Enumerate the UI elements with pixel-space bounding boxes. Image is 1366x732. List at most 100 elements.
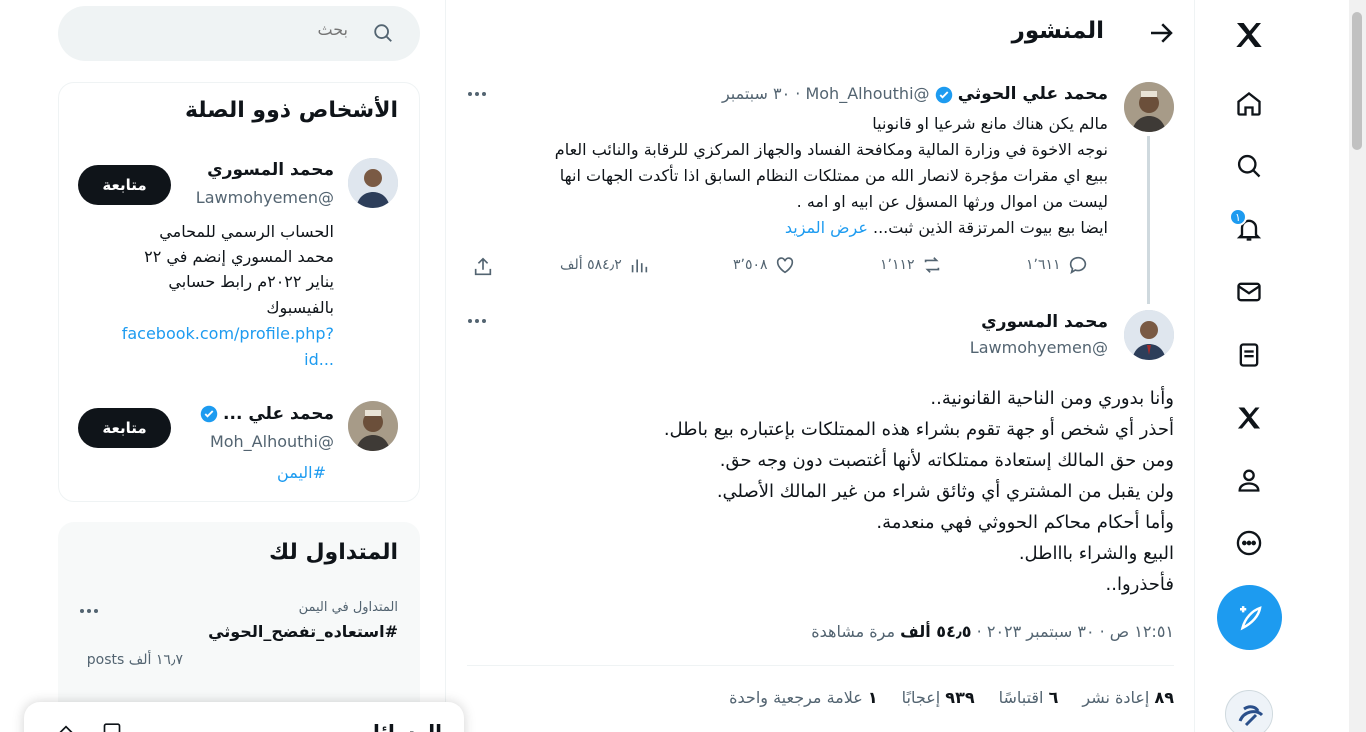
bio-line: الحساب الرسمي للمحامي <box>159 222 334 241</box>
views-action[interactable]: ٥٨٤٫٢ ألف <box>560 254 650 276</box>
like-action[interactable]: ٣٬٥٠٨ <box>733 254 796 276</box>
bio-link[interactable]: facebook.com/profile.php? <box>122 321 334 347</box>
retweet-icon <box>921 254 943 276</box>
parent-tweet-line: مالم يكن هناك مانع شرعيا او قانونيا <box>872 114 1108 133</box>
main-author-name[interactable]: محمد المسوري <box>981 312 1108 332</box>
related-person-handle[interactable]: @Moh_Alhouthi <box>210 432 334 451</box>
parent-tweet-line: ببيع اي مقرات مؤجرة لانصار الله من ممتلك… <box>559 166 1108 185</box>
reply-icon <box>1067 254 1089 276</box>
retweet-action[interactable]: ١٬١١٢ <box>880 254 943 276</box>
main-tweet-line: ولن يقبل من المشتري أي وثائق شراء من غير… <box>716 481 1174 502</box>
related-person-header: محمد علي ... <box>200 404 334 424</box>
reposts-count: ٨٩ <box>1154 688 1174 707</box>
notification-badge: ١ <box>1229 208 1247 226</box>
scrollbar-thumb[interactable] <box>1352 12 1362 150</box>
profile-person-icon[interactable] <box>1228 459 1270 501</box>
likes-label: إعجابًا <box>901 688 941 707</box>
related-person-avatar[interactable] <box>348 158 398 208</box>
messages-drawer[interactable]: الرسائل <box>24 702 464 732</box>
quotes-stat[interactable]: ٦ اقتباسًا <box>999 688 1059 707</box>
parent-tweet-avatar[interactable] <box>1124 82 1174 132</box>
engagement-stats: ٨٩ إعادة نشر ٦ اقتباسًا ٩٣٩ إعجابًا ١ عل… <box>729 688 1174 707</box>
separator-left <box>445 0 446 732</box>
bio-link-cont[interactable]: id... <box>304 347 334 373</box>
views-chart-icon <box>628 254 650 276</box>
related-person-handle[interactable]: @Lawmohyemen <box>196 188 334 207</box>
main-tweet-line: أحذر أي شخص أو جهة تقوم بشراء هذه الممتل… <box>663 419 1174 440</box>
search-input[interactable] <box>80 20 348 39</box>
like-count: ٣٬٥٠٨ <box>733 257 768 273</box>
quotes-label: اقتباسًا <box>998 688 1044 707</box>
main-tweet-line: فأحذروا.. <box>1105 574 1175 595</box>
quotes-count: ٦ <box>1048 688 1059 707</box>
show-more-link[interactable]: عرض المزيد <box>785 218 868 237</box>
retweet-count: ١٬١١٢ <box>880 257 915 273</box>
parent-tweet-more-icon[interactable] <box>467 86 487 102</box>
parent-author-handle[interactable]: @Moh_Alhouthi <box>805 84 929 103</box>
tweet-time[interactable]: ١٢:٥١ ص · ٣٠ سبتمبر ٢٠٢٣ · <box>977 622 1174 641</box>
trend-count: ١٦٫٧ ألف posts <box>86 652 183 668</box>
compose-post-button[interactable] <box>1217 585 1282 650</box>
search-icon <box>372 22 394 44</box>
account-avatar[interactable] <box>1225 690 1273 732</box>
explore-search-icon[interactable] <box>1228 145 1270 187</box>
parent-tweet-line: ليست من اموال ورثها المسؤل عن ابيه او ام… <box>796 192 1108 211</box>
home-icon[interactable] <box>1228 83 1270 125</box>
main-tweet-line: ومن حق المالك إستعادة ممتلكاته لأنها أغت… <box>719 450 1174 471</box>
likes-count: ٩٣٩ <box>945 688 975 707</box>
chevron-up-icon[interactable] <box>56 720 76 732</box>
main-tweet-line: وأما أحكام محاكم الحووثي فهي منعدمة. <box>876 512 1174 533</box>
views-count: ٥٨٤٫٢ ألف <box>560 257 622 273</box>
bookmarks-count: ١ <box>867 688 878 707</box>
related-person-name[interactable]: محمد علي ... <box>223 404 334 424</box>
more-circle-icon[interactable] <box>1228 522 1270 564</box>
follow-button[interactable]: متابعة <box>78 408 171 448</box>
trend-context: المتداول في اليمن <box>298 600 398 615</box>
related-people-title: الأشخاص ذوو الصلة <box>184 98 398 123</box>
divider <box>467 665 1174 666</box>
trend-more-icon[interactable] <box>79 603 99 619</box>
parent-tweet-line-last: ايضا بيع بيوت المرتزقة الذين ثبت... عرض … <box>785 215 1108 241</box>
parent-tweet-truncated-text: ايضا بيع بيوت المرتزقة الذين ثبت... <box>873 218 1108 237</box>
premium-x-icon[interactable] <box>1228 397 1270 439</box>
main-tweet-line: وأنا بدوري ومن الناحية القانونية.. <box>930 388 1174 409</box>
bio-hashtag[interactable]: #اليمن <box>277 463 326 482</box>
reposts-label: إعادة نشر <box>1082 688 1150 707</box>
bookmarks-stat[interactable]: ١ علامة مرجعية واحدة <box>729 688 878 707</box>
likes-stat[interactable]: ٩٣٩ إعجابًا <box>902 688 975 707</box>
tweet-views-label: مرة مشاهدة <box>811 622 896 641</box>
x-logo-icon[interactable] <box>1228 14 1270 56</box>
parent-tweet-line: نوجه الاخوة في وزارة المالية ومكافحة الف… <box>554 140 1108 159</box>
main-author-handle[interactable]: @Lawmohyemen <box>970 338 1108 357</box>
reposts-stat[interactable]: ٨٩ إعادة نشر <box>1082 688 1174 707</box>
messages-envelope-icon[interactable] <box>1228 271 1270 313</box>
thread-connector <box>1147 136 1150 304</box>
bio-line: محمد المسوري إنضم في ٢٢ <box>144 247 334 266</box>
share-icon[interactable] <box>472 256 494 278</box>
bio-line: بالفيسبوك <box>266 298 334 317</box>
tweet-views-count: ٥٤٫٥ ألف <box>900 622 972 641</box>
parent-tweet-header: محمد علي الحوثي @Moh_Alhouthi · ٣٠ سبتمب… <box>722 84 1108 104</box>
related-person-avatar[interactable] <box>348 401 398 451</box>
lists-icon[interactable] <box>1228 334 1270 376</box>
follow-button[interactable]: متابعة <box>78 165 171 205</box>
tweet-timestamp-line: ١٢:٥١ ص · ٣٠ سبتمبر ٢٠٢٣ · ٥٤٫٥ ألف مرة … <box>811 622 1174 641</box>
main-tweet-avatar[interactable] <box>1124 310 1174 360</box>
back-arrow-icon[interactable] <box>1146 18 1176 48</box>
separator-right <box>1194 0 1195 732</box>
parent-tweet-date[interactable]: · ٣٠ سبتمبر <box>722 84 800 103</box>
reply-count: ١٬٦١١ <box>1026 257 1061 273</box>
main-tweet-line: البيع والشراء باااطل. <box>1018 543 1174 564</box>
heart-icon <box>774 254 796 276</box>
parent-author-name[interactable]: محمد علي الحوثي <box>958 84 1108 104</box>
reply-action[interactable]: ١٬٦١١ <box>1026 254 1089 276</box>
page-title: المنشور <box>1011 18 1104 44</box>
new-message-icon[interactable] <box>102 720 122 732</box>
verified-badge-icon <box>935 86 953 104</box>
related-person-name[interactable]: محمد المسوري <box>207 160 334 180</box>
bookmarks-label: علامة مرجعية واحدة <box>729 688 863 707</box>
messages-title: الرسائل <box>362 720 442 732</box>
main-tweet-more-icon[interactable] <box>467 313 487 329</box>
trend-tag[interactable]: #استعاده_تفضح_الحوثي <box>208 622 398 641</box>
bio-line: يناير ٢٠٢٢م رابط حسابي <box>168 272 334 291</box>
